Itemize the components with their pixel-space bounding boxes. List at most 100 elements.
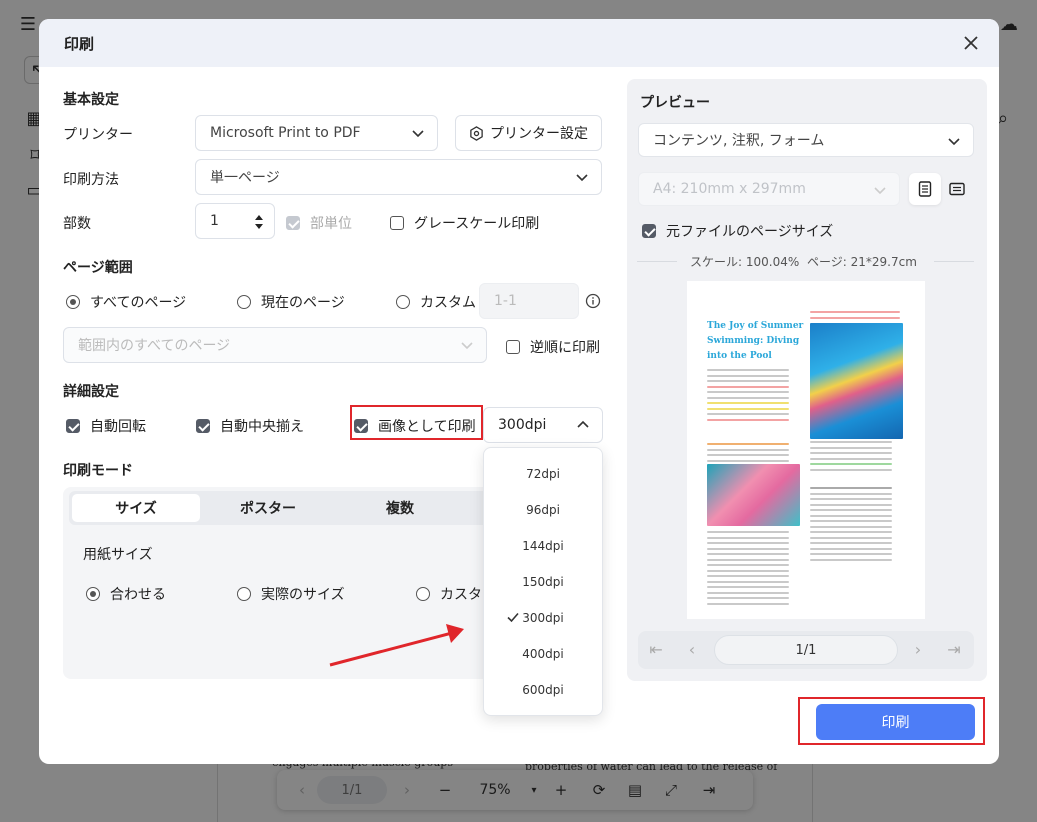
reverse-order-label: 逆順に印刷 — [530, 340, 600, 356]
custom-size-radio[interactable]: カスタ — [416, 584, 482, 604]
landscape-icon — [949, 182, 965, 196]
next-page-icon[interactable]: › — [908, 640, 928, 660]
grayscale-checkbox-box — [390, 216, 404, 230]
print-mode-title: 印刷モード — [63, 463, 133, 479]
all-pages-radio-dot — [66, 295, 80, 309]
scale-text: スケール: 100.04% — [690, 255, 800, 269]
dpi-select[interactable]: 300dpi — [483, 407, 603, 443]
advanced-settings-title: 詳細設定 — [63, 384, 119, 400]
first-page-icon[interactable]: ⇤ — [646, 640, 666, 660]
custom-range-input[interactable]: 1-1 — [479, 283, 579, 319]
dpi-option-label: 600dpi — [522, 683, 564, 697]
print-method-select[interactable]: 単一ページ — [195, 159, 602, 195]
tab-size[interactable]: サイズ — [72, 494, 200, 522]
preview-text-block — [810, 441, 892, 474]
page-size-text: ページ: 21*29.7cm — [807, 255, 917, 269]
page-subset-value: 範囲内のすべてのページ — [78, 338, 231, 354]
original-page-size-checkbox[interactable]: 元ファイルのページサイズ — [642, 221, 833, 241]
last-page-icon[interactable]: ⇥ — [944, 640, 964, 660]
all-pages-radio[interactable]: すべてのページ — [66, 292, 186, 312]
dpi-option-label: 150dpi — [522, 575, 564, 589]
basic-settings-title: 基本設定 — [63, 92, 119, 108]
print-method-label: 印刷方法 — [63, 172, 119, 188]
preview-title: プレビュー — [640, 95, 710, 111]
portrait-button[interactable] — [909, 173, 941, 205]
custom-range-radio[interactable]: カスタム — [396, 292, 476, 312]
auto-center-checkbox-box — [196, 419, 210, 433]
grayscale-label: グレースケール印刷 — [414, 216, 540, 232]
collate-checkbox-box — [286, 216, 300, 230]
close-button[interactable] — [959, 31, 983, 55]
page-subset-select[interactable]: 範囲内のすべてのページ — [63, 327, 487, 363]
divider — [934, 261, 974, 262]
dpi-option-96[interactable]: 96dpi — [484, 498, 602, 522]
actual-size-radio-dot — [237, 587, 251, 601]
custom-range-radio-dot — [396, 295, 410, 309]
preview-paper-value: A4: 210mm x 297mm — [653, 181, 806, 197]
actual-size-radio[interactable]: 実際のサイズ — [237, 584, 345, 604]
current-page-radio-dot — [237, 295, 251, 309]
copies-stepper[interactable]: 1 — [195, 203, 275, 239]
stepper-arrows-icon[interactable] — [254, 213, 264, 231]
dialog-header: 印刷 — [39, 19, 999, 67]
reverse-order-checkbox[interactable]: 逆順に印刷 — [506, 337, 600, 357]
print-as-image-highlight — [350, 405, 483, 440]
print-method-value: 単一ページ — [210, 170, 280, 186]
custom-range-placeholder: 1-1 — [494, 293, 517, 309]
dpi-option-144[interactable]: 144dpi — [484, 534, 602, 558]
auto-center-checkbox[interactable]: 自動中央揃え — [196, 416, 304, 436]
prev-page-icon[interactable]: ‹ — [682, 640, 702, 660]
printer-select-value: Microsoft Print to PDF — [210, 125, 361, 141]
fit-radio-dot — [86, 587, 100, 601]
printer-select[interactable]: Microsoft Print to PDF — [195, 115, 438, 151]
divider — [637, 261, 677, 262]
preview-content-select[interactable]: コンテンツ, 注釈, フォーム — [638, 123, 974, 157]
current-page-radio[interactable]: 現在のページ — [237, 292, 345, 312]
close-icon — [964, 36, 978, 50]
current-page-label: 現在のページ — [261, 295, 345, 311]
tab-poster[interactable]: ポスター — [204, 494, 332, 522]
dpi-option-600[interactable]: 600dpi — [484, 678, 602, 702]
auto-rotate-label: 自動回転 — [90, 419, 146, 435]
preview-text-block — [810, 487, 892, 564]
page-range-title: ページ範囲 — [63, 260, 133, 276]
auto-center-label: 自動中央揃え — [220, 419, 304, 435]
chevron-down-icon — [576, 174, 588, 182]
chevron-down-icon — [948, 138, 960, 146]
original-page-size-label: 元ファイルのページサイズ — [666, 224, 834, 240]
collate-label: 部単位 — [310, 216, 352, 232]
printer-label: プリンター — [63, 127, 133, 143]
preview-content-value: コンテンツ, 注釈, フォーム — [653, 133, 825, 149]
fit-label: 合わせる — [110, 587, 166, 603]
dpi-option-label: 400dpi — [522, 647, 564, 661]
chevron-up-icon — [577, 420, 589, 428]
paper-size-label: 用紙サイズ — [83, 547, 153, 563]
dpi-option-150[interactable]: 150dpi — [484, 570, 602, 594]
dpi-option-400[interactable]: 400dpi — [484, 642, 602, 666]
preview-page-input[interactable]: 1/1 — [714, 635, 898, 665]
copies-value: 1 — [210, 213, 219, 229]
collate-checkbox[interactable]: 部単位 — [286, 213, 352, 233]
dpi-dropdown-menu: 72dpi 96dpi 144dpi 150dpi 300dpi 400dpi … — [483, 447, 603, 716]
annotation-arrow — [329, 624, 464, 667]
tab-multiple[interactable]: 複数 — [336, 494, 464, 522]
grayscale-checkbox[interactable]: グレースケール印刷 — [390, 213, 539, 233]
gear-icon — [470, 125, 483, 141]
printer-settings-button[interactable]: プリンター設定 — [455, 115, 602, 151]
dpi-option-72[interactable]: 72dpi — [484, 462, 602, 486]
dpi-option-300[interactable]: 300dpi — [484, 606, 602, 630]
preview-doc-title: The Joy of Summer Swimming: Diving into … — [707, 321, 804, 361]
checkmark-icon — [507, 612, 519, 623]
preview-info-row: スケール: 100.04% ページ: 21*29.7cm — [637, 252, 977, 270]
preview-paper-select[interactable]: A4: 210mm x 297mm — [638, 172, 900, 206]
preview-text-block — [707, 369, 789, 424]
info-icon[interactable] — [585, 293, 601, 309]
preview-text-block — [810, 311, 900, 322]
copies-label: 部数 — [63, 216, 91, 232]
reverse-order-checkbox-box — [506, 340, 520, 354]
print-button-highlight — [798, 697, 985, 745]
auto-rotate-checkbox[interactable]: 自動回転 — [66, 416, 146, 436]
landscape-button[interactable] — [941, 173, 973, 205]
custom-size-radio-dot — [416, 587, 430, 601]
fit-radio[interactable]: 合わせる — [86, 584, 166, 604]
